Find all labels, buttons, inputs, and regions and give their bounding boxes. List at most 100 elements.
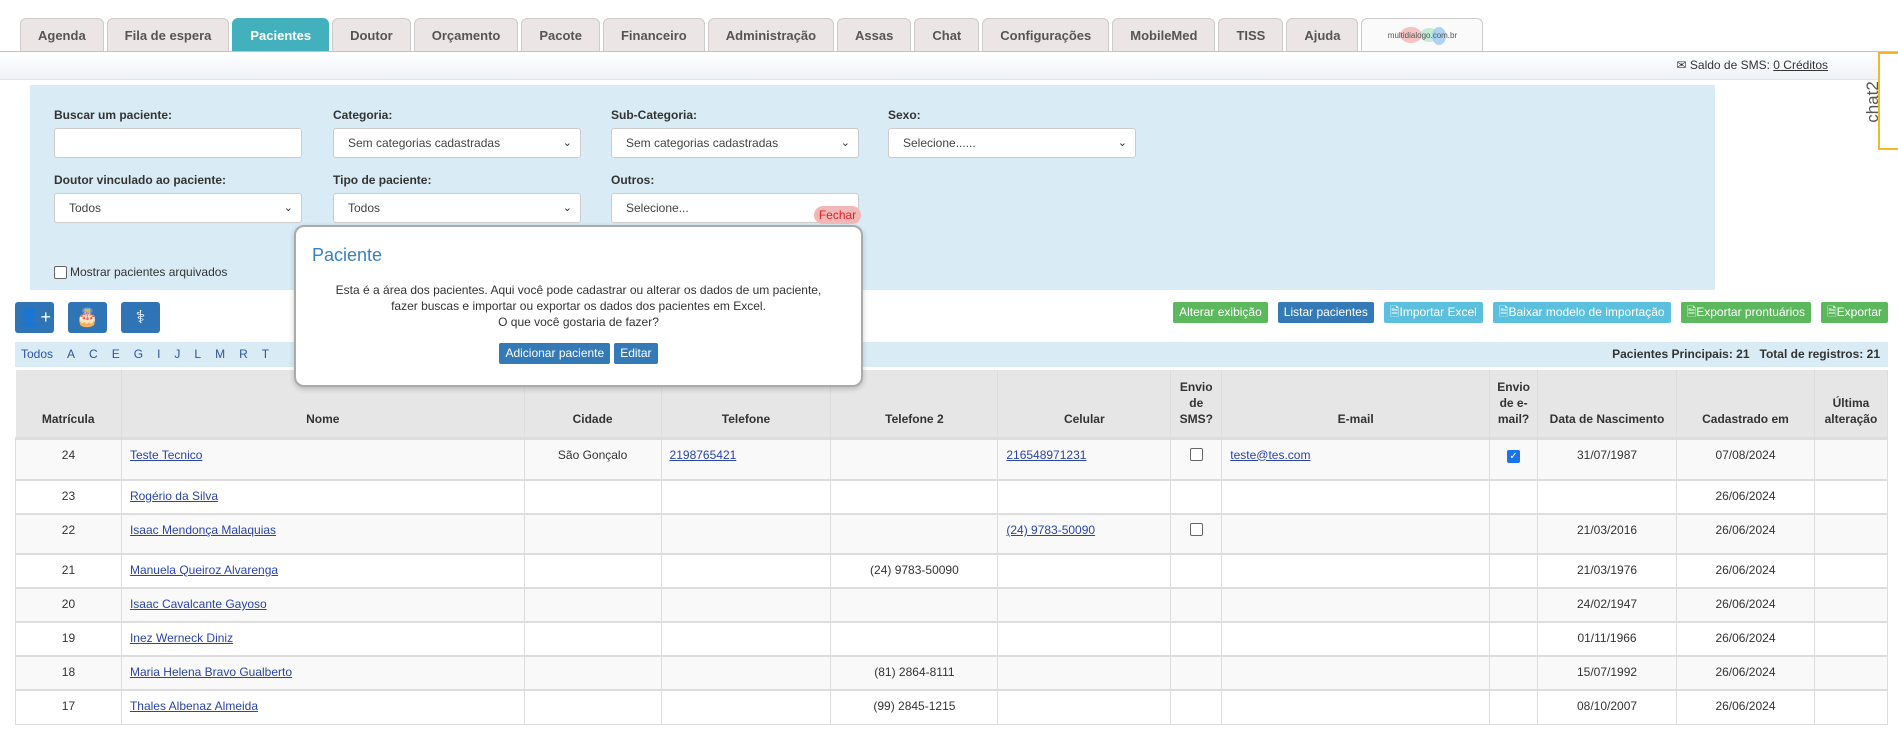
totals: Pacientes Principais: 21 Total de regist… [1612,347,1880,361]
cell-alteracao [1813,513,1889,555]
email-link[interactable]: teste@tes.com [1230,448,1310,462]
cell-sms [1170,553,1223,589]
nome-link[interactable]: Thales Albenaz Almeida [130,699,258,713]
tipo-select[interactable]: Todos ⌄ [333,193,581,223]
archived-toggle[interactable]: Mostrar pacientes arquivados [54,265,227,279]
categoria-select[interactable]: Sem categorias cadastradas ⌄ [333,128,581,158]
cell-celular: (24) 9783-50090 [997,513,1172,555]
nome-link[interactable]: Teste Tecnico [130,448,203,462]
column-header[interactable]: E-mail [1221,370,1491,440]
cell-envio_email [1489,513,1539,555]
column-header[interactable]: Matrícula [15,370,122,440]
letter-filter-l[interactable]: L [194,347,201,361]
doutor-select[interactable]: Todos ⌄ [54,193,302,223]
chat-widget-tab[interactable]: chat2 [1863,52,1898,150]
letter-filter-i[interactable]: I [157,347,160,361]
table-row: 18 Maria Helena Bravo Gualberto (81) 2864-… [15,655,1889,691]
alterar-exibicao-button[interactable]: Alterar exibição [1173,302,1268,323]
column-header[interactable]: Envio de e-mail? [1489,370,1539,440]
popup-message: Esta é a área dos pacientes. Aqui você p… [296,282,861,330]
sms-label: Saldo de SMS: [1689,58,1770,72]
column-header[interactable]: Celular [997,370,1172,440]
letter-filter-e[interactable]: E [112,347,120,361]
nome-link[interactable]: Inez Werneck Diniz [130,631,233,645]
email-checkbox[interactable]: ✓ [1507,449,1521,463]
tab-ajuda[interactable]: Ajuda [1286,18,1359,51]
tab-pacote[interactable]: Pacote [521,18,600,51]
tab-doutor[interactable]: Doutor [332,18,411,51]
tab-configura-es[interactable]: Configurações [982,18,1110,51]
exportar-prontuarios-button[interactable]: 🗎Exportar prontuários [1680,302,1811,323]
tab-mobilemed[interactable]: MobileMed [1112,18,1216,51]
baixar-modelo-button[interactable]: 🗎Baixar modelo de importação [1492,302,1671,323]
cell-telefone2 [830,513,999,555]
cell-telefone2 [830,479,999,515]
cell-envio_email [1489,621,1539,657]
tab-pacientes[interactable]: Pacientes [232,18,330,51]
letter-filter-a[interactable]: A [67,347,75,361]
column-header[interactable]: Última alteração [1814,370,1889,440]
birthday-cake-icon[interactable]: 🎂 [68,302,107,333]
cell-cidade [523,587,662,623]
telefone-link[interactable]: 2198765421 [670,448,737,462]
letter-filter-todos[interactable]: Todos [21,347,53,361]
add-patient-icon[interactable]: 👤+ [15,302,54,333]
table-row: 23 Rogério da Silva 26/06/2024 [15,479,1889,515]
nome-link[interactable]: Rogério da Silva [130,489,218,503]
tab-agenda[interactable]: Agenda [20,18,104,51]
letter-filter-r[interactable]: R [239,347,248,361]
letter-filter-m[interactable]: M [215,347,225,361]
sexo-select[interactable]: Selecione...... ⌄ [888,128,1136,158]
tab-administra-o[interactable]: Administração [707,18,835,51]
tab-financeiro[interactable]: Financeiro [602,18,705,51]
subcategoria-select[interactable]: Sem categorias cadastradas ⌄ [611,128,859,158]
cell-alteracao [1813,621,1889,657]
tab-fila-de-espera[interactable]: Fila de espera [106,18,230,51]
letter-filter-c[interactable]: C [89,347,98,361]
sms-checkbox[interactable] [1189,523,1203,536]
column-header[interactable]: Envio de SMS? [1170,370,1223,440]
nome-link[interactable]: Isaac Mendonça Malaquias [130,523,276,537]
stethoscope-icon[interactable]: ⚕ [121,302,160,333]
table-row: 24 Teste Tecnico São Gonçalo 2198765421 2165… [15,437,1889,481]
cell-nascimento: 08/10/2007 [1537,689,1677,725]
cell-celular [997,655,1172,691]
celular-link[interactable]: 216548971231 [1006,448,1086,462]
exportar-button[interactable]: 🗎Exportar [1820,302,1888,323]
search-input[interactable] [54,128,302,158]
celular-link[interactable]: (24) 9783-50090 [1006,523,1095,537]
letter-filter-g[interactable]: G [134,347,143,361]
cell-email [1221,513,1491,555]
nome-link[interactable]: Maria Helena Bravo Gualberto [130,665,292,679]
edit-button[interactable]: Editar [614,343,658,364]
nome-link[interactable]: Manuela Queiroz Alvarenga [130,563,278,577]
popup-line: O que você gostaria de fazer? [498,315,659,329]
tab-or-amento[interactable]: Orçamento [413,18,519,51]
importar-excel-button[interactable]: 🗎Importar Excel [1383,302,1483,323]
table-row: 19 Inez Werneck Diniz 01/11/1966 26/06/2024 [15,621,1889,657]
sms-credits-link[interactable]: 0 Créditos [1773,58,1828,72]
cell-matricula: 24 [15,437,122,481]
search-filter: Buscar um paciente: [54,108,302,158]
cell-cidade [523,479,662,515]
letter-filter-t[interactable]: T [262,347,269,361]
add-patient-button[interactable]: Adicionar paciente [499,343,611,364]
multidialogo-logo[interactable]: multidialogo.com.br [1361,18,1484,51]
tab-chat[interactable]: Chat [914,18,980,51]
column-header[interactable]: Data de Nascimento [1537,370,1677,440]
tab-tiss[interactable]: TISS [1218,18,1284,51]
listar-pacientes-button[interactable]: Listar pacientes [1277,302,1374,323]
archived-checkbox[interactable] [54,265,67,279]
tab-assas[interactable]: Assas [837,18,912,51]
sms-checkbox[interactable] [1189,447,1203,461]
cell-cidade [523,655,662,691]
nome-link[interactable]: Isaac Cavalcante Gayoso [130,597,267,611]
column-header[interactable]: Cadastrado em [1676,370,1815,440]
cell-matricula: 17 [15,689,122,725]
close-popup-button[interactable]: Fechar [814,206,861,224]
cell-envio_email [1489,655,1539,691]
cell-telefone2: (99) 2845-1215 [830,689,999,725]
cell-email [1221,621,1491,657]
letter-filter-j[interactable]: J [174,347,180,361]
excel-file-icon: 🗎 [1498,305,1509,319]
